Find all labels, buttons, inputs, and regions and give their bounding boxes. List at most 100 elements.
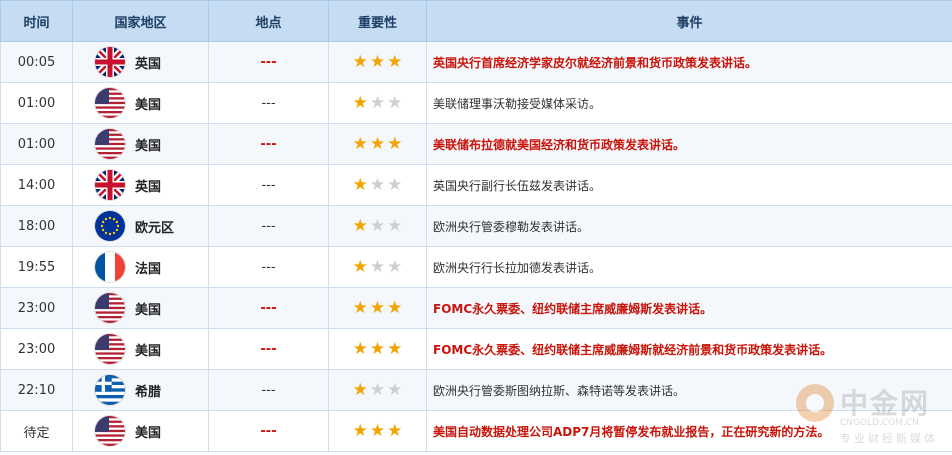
uk-flag-icon (95, 170, 125, 200)
cell-importance: ★ ★ ★ (328, 205, 427, 247)
header-time: 时间 (0, 0, 73, 42)
table-row: 18:00 欧元区 --- ★ ★ ★ 欧洲央行管委穆勒发表讲话。 (0, 205, 952, 247)
us-flag-icon (95, 334, 125, 364)
cell-country: 法国 (72, 246, 209, 288)
star-filled-icon: ★ (352, 420, 368, 441)
cell-event: FOMC永久票委、纽约联储主席威廉姆斯发表讲话。 (426, 287, 952, 329)
importance-stars: ★ ★ ★ (352, 215, 403, 236)
cell-time: 14:00 (0, 164, 73, 206)
star-empty-icon: ★ (387, 256, 403, 277)
importance-stars: ★ ★ ★ (352, 256, 403, 277)
cell-event: 欧洲央行管委穆勒发表讲话。 (426, 205, 952, 247)
table-row: 01:00 美国 --- ★ ★ ★ 美联储布拉德就美国经济和货币政策发表讲话。 (0, 123, 952, 165)
table-row: 00:05 英国 --- ★ ★ ★ 英国央行首席经济学家皮尔就经济前景和货币政策发表讲话。 (0, 41, 952, 83)
star-empty-icon: ★ (369, 379, 386, 400)
header-row: 时间 国家地区 地点 重要性 事件 (0, 0, 952, 42)
star-filled-icon: ★ (387, 420, 403, 441)
cell-importance: ★ ★ ★ (328, 123, 427, 165)
cell-country: 欧元区 (72, 205, 209, 247)
importance-stars: ★ ★ ★ (352, 420, 403, 441)
cell-country: 英国 (72, 164, 209, 206)
cell-importance: ★ ★ ★ (328, 369, 427, 411)
cell-event: 美联储布拉德就美国经济和货币政策发表讲话。 (426, 123, 952, 165)
star-filled-icon: ★ (352, 338, 368, 359)
star-filled-icon: ★ (352, 174, 368, 195)
country-name: 美国 (135, 138, 162, 154)
cell-importance: ★ ★ ★ (328, 410, 427, 452)
cell-event: 英国央行首席经济学家皮尔就经济前景和货币政策发表讲话。 (426, 41, 952, 83)
star-filled-icon: ★ (387, 133, 403, 154)
cell-event: 美联储理事沃勒接受媒体采访。 (426, 82, 952, 124)
cell-importance: ★ ★ ★ (328, 246, 427, 288)
cell-country: 美国 (72, 328, 209, 370)
cell-importance: ★ ★ ★ (328, 41, 427, 83)
us-flag-icon (95, 416, 125, 446)
table-row: 19:55 法国 --- ★ ★ ★ 欧洲央行行长拉加德发表讲话。 (0, 246, 952, 288)
table-row: 23:00 美国 --- ★ ★ ★ FOMC永久票委、纽约联储主席威廉姆斯发表讲话。 (0, 287, 952, 329)
importance-stars: ★ ★ ★ (352, 174, 403, 195)
star-empty-icon: ★ (387, 92, 403, 113)
country-name: 法国 (135, 261, 162, 277)
cell-time: 19:55 (0, 246, 73, 288)
country-name: 希腊 (135, 384, 162, 400)
cell-country: 英国 (72, 41, 209, 83)
star-empty-icon: ★ (369, 174, 386, 195)
us-flag-icon (95, 129, 125, 159)
star-empty-icon: ★ (387, 215, 403, 236)
gr-flag-icon (95, 375, 125, 405)
cell-location: --- (208, 410, 329, 452)
star-filled-icon: ★ (369, 420, 386, 441)
cell-time: 22:10 (0, 369, 73, 411)
cell-location: --- (208, 369, 329, 411)
star-filled-icon: ★ (369, 133, 386, 154)
cell-importance: ★ ★ ★ (328, 287, 427, 329)
watermark-cn: 中金网 (840, 387, 931, 420)
cell-location: --- (208, 41, 329, 83)
country-name: 欧元区 (135, 220, 175, 236)
star-filled-icon: ★ (352, 379, 368, 400)
cell-country: 美国 (72, 410, 209, 452)
importance-stars: ★ ★ ★ (352, 379, 403, 400)
star-filled-icon: ★ (387, 297, 403, 318)
cell-time: 待定 (0, 410, 73, 452)
header-location: 地点 (208, 0, 329, 42)
cell-time: 23:00 (0, 328, 73, 370)
cell-time: 18:00 (0, 205, 73, 247)
cell-time: 01:00 (0, 123, 73, 165)
cngold-logo-icon (796, 384, 834, 422)
country-name: 美国 (135, 425, 162, 441)
star-empty-icon: ★ (387, 174, 403, 195)
cell-event: 欧洲央行行长拉加德发表讲话。 (426, 246, 952, 288)
country-name: 英国 (135, 179, 162, 195)
watermark-url: CNGOLD.COM.CN (840, 418, 919, 428)
country-name: 美国 (135, 302, 162, 318)
star-empty-icon: ★ (369, 92, 386, 113)
us-flag-icon (95, 293, 125, 323)
star-filled-icon: ★ (352, 133, 368, 154)
country-name: 美国 (135, 97, 162, 113)
watermark-slogan: 专业财经新媒体 (840, 432, 938, 445)
eu-flag-icon (95, 211, 125, 241)
cell-location: --- (208, 164, 329, 206)
table-row: 23:00 美国 --- ★ ★ ★ FOMC永久票委、纽约联储主席威廉姆斯就经济前景和货币… (0, 328, 952, 370)
star-filled-icon: ★ (352, 215, 368, 236)
star-filled-icon: ★ (352, 256, 368, 277)
cell-time: 23:00 (0, 287, 73, 329)
cell-time: 01:00 (0, 82, 73, 124)
table-row: 01:00 美国 --- ★ ★ ★ 美联储理事沃勒接受媒体采访。 (0, 82, 952, 124)
header-event: 事件 (426, 0, 952, 42)
uk-flag-icon (95, 47, 125, 77)
star-filled-icon: ★ (369, 338, 386, 359)
cell-event: FOMC永久票委、纽约联储主席威廉姆斯就经济前景和货币政策发表讲话。 (426, 328, 952, 370)
star-filled-icon: ★ (369, 297, 386, 318)
us-flag-icon (95, 88, 125, 118)
header-country: 国家地区 (72, 0, 209, 42)
header-importance: 重要性 (328, 0, 427, 42)
cell-location: --- (208, 246, 329, 288)
importance-stars: ★ ★ ★ (352, 338, 403, 359)
cell-location: --- (208, 328, 329, 370)
country-name: 美国 (135, 343, 162, 359)
cell-location: --- (208, 123, 329, 165)
cell-country: 美国 (72, 287, 209, 329)
star-filled-icon: ★ (352, 92, 368, 113)
